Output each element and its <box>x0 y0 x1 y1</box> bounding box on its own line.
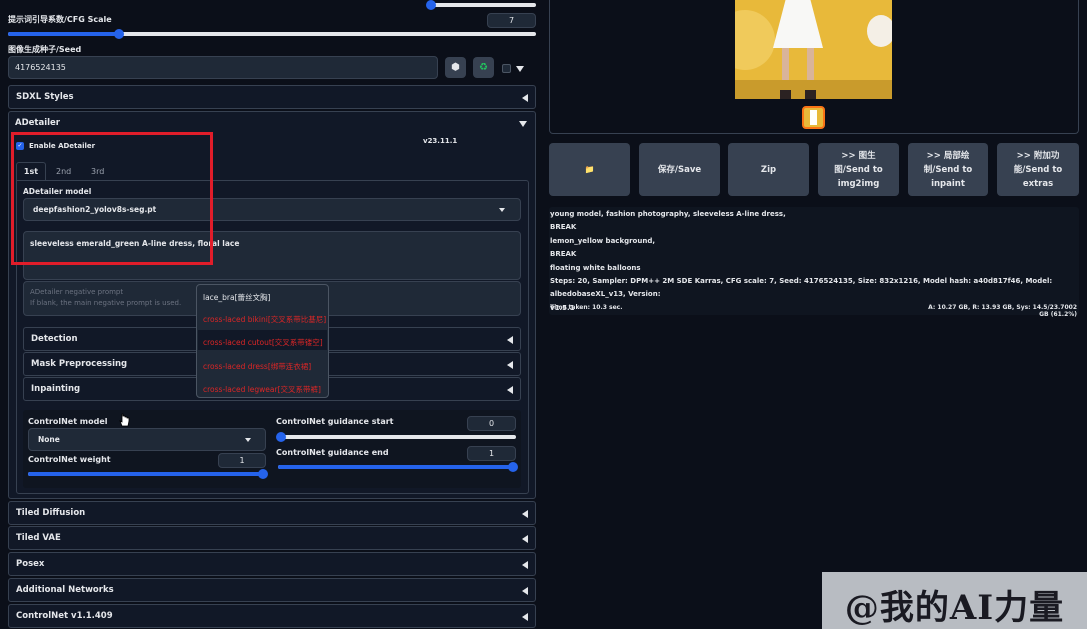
zip-button[interactable]: Zip <box>728 143 809 196</box>
cn-model-select[interactable]: None <box>28 428 266 451</box>
cn-end-label: ControlNet guidance end <box>276 448 389 457</box>
autocomplete-item[interactable]: cross-laced dress[绑带连衣裙] <box>203 361 311 372</box>
time-taken: Time taken: 10.3 sec. <box>550 304 623 311</box>
cn-end-slider[interactable] <box>278 462 518 472</box>
info-line: lemon_yellow background, <box>550 236 656 245</box>
autocomplete-item[interactable]: cross-laced cutout[交叉系带镂空] <box>203 337 323 348</box>
panel-title: ControlNet v1.1.409 <box>16 611 113 621</box>
generated-image[interactable] <box>735 0 892 99</box>
top-slider[interactable] <box>426 0 536 10</box>
adetailer-version: v23.11.1 <box>423 137 458 145</box>
save-button[interactable]: 保存/Save <box>639 143 720 196</box>
highlight-box <box>11 132 213 265</box>
panel-title: Tiled VAE <box>16 533 61 543</box>
cfg-label: 提示词引导系数/CFG Scale <box>8 15 112 24</box>
adetailer-title[interactable]: ADetailer <box>15 118 60 128</box>
cfg-slider[interactable] <box>8 29 536 39</box>
folder-icon: 📁 <box>584 164 595 174</box>
panel-title: Tiled Diffusion <box>16 508 86 518</box>
detection-title: Detection <box>31 334 78 344</box>
extra-seed-checkbox[interactable] <box>502 64 511 73</box>
sdxl-styles-title: SDXL Styles <box>16 92 74 102</box>
cn-start-value[interactable]: 0 <box>467 416 516 431</box>
autocomplete-item[interactable]: cross-laced bikini[交叉系带比基尼] <box>203 314 326 325</box>
mask-preprocessing-title: Mask Preprocessing <box>31 359 128 369</box>
generation-info: young model, fashion photography, sleeve… <box>550 208 1075 315</box>
tiled-diffusion-panel[interactable]: Tiled Diffusion <box>8 501 536 525</box>
cn-end-value[interactable]: 1 <box>467 446 516 461</box>
cn-weight-label: ControlNet weight <box>28 455 111 464</box>
info-line: BREAK <box>550 223 577 232</box>
cn-model-label: ControlNet model <box>28 417 108 426</box>
collapse-icon <box>522 94 528 102</box>
collapse-icon <box>507 336 513 344</box>
cn-start-slider[interactable] <box>276 432 516 442</box>
vram-usage: A: 10.27 GB, R: 13.93 GB, Sys: 14.5/23.7… <box>928 304 1077 318</box>
send-to-img2img-button[interactable]: >> 图生图/Send to img2img <box>818 143 899 196</box>
sdxl-styles-panel[interactable]: SDXL Styles <box>8 85 536 109</box>
collapse-icon <box>522 535 528 543</box>
collapse-icon <box>522 510 528 518</box>
info-line: young model, fashion photography, sleeve… <box>550 210 786 218</box>
send-to-extras-button[interactable]: >> 附加功能/Send to extras <box>997 143 1079 196</box>
cfg-value[interactable]: 7 <box>487 13 536 28</box>
panel-title: Posex <box>16 559 45 569</box>
seed-input[interactable]: 4176524135 <box>8 56 438 79</box>
thumbnail[interactable] <box>802 106 825 129</box>
info-line: Steps: 20, Sampler: DPM++ 2M SDE Karras,… <box>550 277 1053 299</box>
dropdown-arrow-icon <box>245 438 251 442</box>
inpainting-title: Inpainting <box>31 384 81 394</box>
recycle-icon[interactable]: ♻ <box>473 57 494 78</box>
panel-title: Additional Networks <box>16 585 114 595</box>
send-to-inpaint-button[interactable]: >> 局部绘制/Send to inpaint <box>908 143 988 196</box>
negative-prompt-placeholder: If blank, the main negative prompt is us… <box>30 299 182 307</box>
watermark-text: @我的AI力量 <box>844 588 1065 628</box>
info-line: BREAK <box>550 250 577 259</box>
collapse-icon <box>522 561 528 569</box>
info-line: floating white balloons <box>550 263 641 272</box>
hand-cursor-icon <box>119 413 130 427</box>
autocomplete-item[interactable]: cross-laced legwear[交叉系带裤] <box>203 384 321 395</box>
cn-weight-value[interactable]: 1 <box>218 453 266 468</box>
additional-networks-panel[interactable]: Additional Networks <box>8 578 536 602</box>
watermark-box: @我的AI力量 <box>822 572 1087 629</box>
collapse-icon <box>507 361 513 369</box>
dropdown-arrow-icon <box>499 208 505 212</box>
extra-seed-toggle-icon[interactable] <box>516 66 524 72</box>
autocomplete-popup: lace_bra[蕾丝文胸] cross-laced bikini[交叉系带比基… <box>196 284 329 398</box>
collapse-icon <box>522 613 528 621</box>
autocomplete-item[interactable]: lace_bra[蕾丝文胸] <box>203 292 270 303</box>
expand-icon[interactable] <box>519 121 527 127</box>
seed-label: 图像生成种子/Seed <box>8 45 82 54</box>
folder-button[interactable]: 📁 <box>549 143 630 196</box>
cn-model-value: None <box>38 435 60 444</box>
cn-weight-slider[interactable] <box>28 469 268 479</box>
cn-start-label: ControlNet guidance start <box>276 417 394 426</box>
controlnet-panel[interactable]: ControlNet v1.1.409 <box>8 604 536 628</box>
collapse-icon <box>522 587 528 595</box>
collapse-icon <box>507 386 513 394</box>
tiled-vae-panel[interactable]: Tiled VAE <box>8 526 536 550</box>
posex-panel[interactable]: Posex <box>8 552 536 576</box>
dice-icon[interactable]: ⬢ <box>445 57 466 78</box>
negative-prompt-label: ADetailer negative prompt <box>30 288 124 296</box>
